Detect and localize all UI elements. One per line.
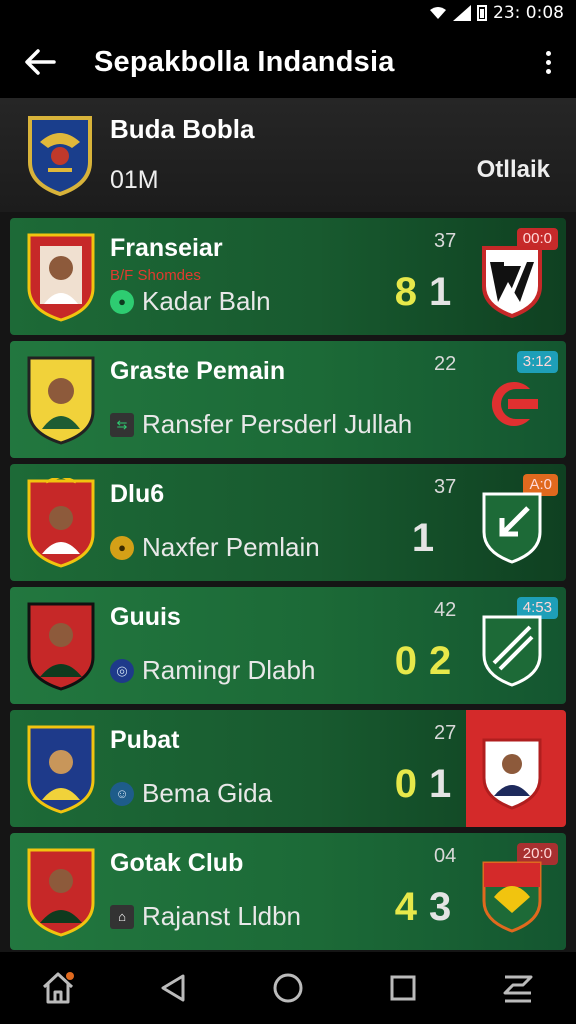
match-minute: 37: [434, 476, 457, 498]
more-options-button[interactable]: [520, 26, 576, 98]
match-detail: ● Kadar Baln: [110, 286, 271, 317]
club-name: Buda Bobla: [110, 114, 255, 144]
match-detail-text: Naxfer Pemlain: [142, 532, 320, 562]
nav-switch-button[interactable]: [488, 958, 548, 1018]
match-detail: ● Naxfer Pemlain: [110, 532, 320, 563]
match-score: 1: [394, 516, 464, 561]
match-title: Guuis: [110, 603, 181, 631]
medal-icon: ●: [110, 535, 134, 560]
ball-icon: ●: [110, 289, 134, 314]
score-home: 4: [394, 885, 429, 929]
match-title: Gotak Club: [110, 849, 244, 877]
opponent-logo-icon: [482, 246, 542, 318]
match-detail: ⌂ Rajanst Lldbn: [110, 901, 301, 932]
match-minute: 27: [434, 722, 457, 744]
transfer-icon: ⇆: [110, 412, 134, 437]
signal-icon: [453, 5, 472, 21]
back-arrow-icon: [25, 49, 56, 75]
score-away: 1: [411, 516, 447, 560]
club-subtitle: 01M: [110, 166, 159, 194]
match-detail: ⇆ Ransfer Persderl Jullah: [110, 409, 412, 440]
square-recents-icon: [390, 975, 416, 1001]
match-row[interactable]: Gotak Club ⌂ Rajanst Lldbn 04 43 20:0: [10, 833, 566, 950]
match-detail: ☺ Bema Gida: [110, 778, 272, 809]
opponent-logo-icon: [491, 382, 538, 426]
club-crest-icon: [27, 356, 95, 445]
match-detail-text: Ransfer Persderl Jullah: [142, 409, 413, 439]
match-detail-text: Rajanst Lldbn: [142, 901, 301, 931]
team-icon: ☺: [110, 781, 134, 806]
score-away: 1: [429, 762, 464, 806]
match-row[interactable]: Pubat ☺ Bema Gida 27 01: [10, 710, 566, 827]
globe-icon: ◎: [110, 658, 134, 683]
score-home: 0: [394, 639, 429, 683]
app-bar: Sepakbolla Indandsia: [0, 26, 576, 98]
back-button[interactable]: [0, 26, 80, 98]
match-score: 43: [394, 885, 464, 930]
more-dot-icon: [545, 68, 551, 74]
more-dot-icon: [545, 50, 551, 56]
club-crest-icon: [27, 233, 95, 322]
opponent-logo-icon: [482, 861, 542, 933]
header-right-label[interactable]: Otllaik: [477, 156, 550, 184]
match-score: 01: [394, 762, 464, 807]
club-crest-icon: [27, 478, 95, 568]
score-home: 0: [394, 762, 429, 806]
circle-home-icon: [273, 973, 303, 1003]
match-title: Graste Pemain: [110, 357, 286, 385]
match-detail-text: Kadar Baln: [142, 286, 271, 316]
match-row[interactable]: Dlu6 ● Naxfer Pemlain 37 1 A:0: [10, 464, 566, 581]
score-away: 1: [429, 270, 464, 314]
nav-back-button[interactable]: [143, 958, 203, 1018]
switch-icon: [503, 975, 533, 1003]
match-row[interactable]: Franseiar B/F Shomdes ● Kadar Baln 37 81…: [10, 218, 566, 335]
club-header[interactable]: Buda Bobla 01M Otllaik: [0, 98, 576, 212]
match-detail: ◎ Ramingr Dlabh: [110, 655, 315, 686]
match-score: 81: [394, 270, 464, 315]
nav-home-button[interactable]: [28, 958, 88, 1018]
match-detail-text: Bema Gida: [142, 778, 273, 808]
status-time: 23: 0:08: [493, 3, 564, 23]
more-dot-icon: [545, 59, 551, 65]
wifi-icon: [430, 7, 447, 19]
home-icon: ⌂: [110, 904, 134, 929]
match-row[interactable]: Guuis ◎ Ramingr Dlabh 42 02 4:53: [10, 587, 566, 704]
page-title: Sepakbolla Indandsia: [94, 45, 395, 78]
match-title: Franseiar: [110, 234, 223, 262]
club-crest-icon: [27, 602, 95, 691]
club-crest-icon: [27, 725, 95, 814]
match-row[interactable]: Graste Pemain ⇆ Ransfer Persderl Jullah …: [10, 341, 566, 458]
match-minute: 22: [434, 353, 457, 375]
bottom-nav: [0, 952, 576, 1024]
score-away: 3: [429, 885, 464, 929]
club-crest-icon: [27, 848, 95, 937]
match-minute: 04: [434, 845, 457, 867]
battery-icon: [477, 5, 488, 21]
match-minute: 42: [434, 599, 457, 621]
club-crest-icon: [28, 116, 92, 196]
match-title: Pubat: [110, 726, 180, 754]
match-list: Franseiar B/F Shomdes ● Kadar Baln 37 81…: [10, 218, 566, 956]
home-icon: [42, 972, 74, 1004]
opponent-logo-icon: [482, 615, 542, 687]
match-score: 02: [394, 639, 464, 684]
match-detail-text: Ramingr Dlabh: [142, 655, 316, 685]
score-home: 8: [394, 270, 429, 314]
triangle-back-icon: [161, 974, 185, 1002]
nav-home-circle-button[interactable]: [258, 958, 318, 1018]
match-title: Dlu6: [110, 480, 165, 508]
match-minute: 37: [434, 230, 457, 252]
score-away: 2: [429, 639, 464, 683]
opponent-logo-icon: [482, 492, 542, 564]
nav-recents-button[interactable]: [373, 958, 433, 1018]
status-bar: 23: 0:08: [0, 0, 576, 26]
opponent-logo-icon: [482, 738, 542, 810]
match-tag: B/F Shomdes: [110, 267, 201, 284]
